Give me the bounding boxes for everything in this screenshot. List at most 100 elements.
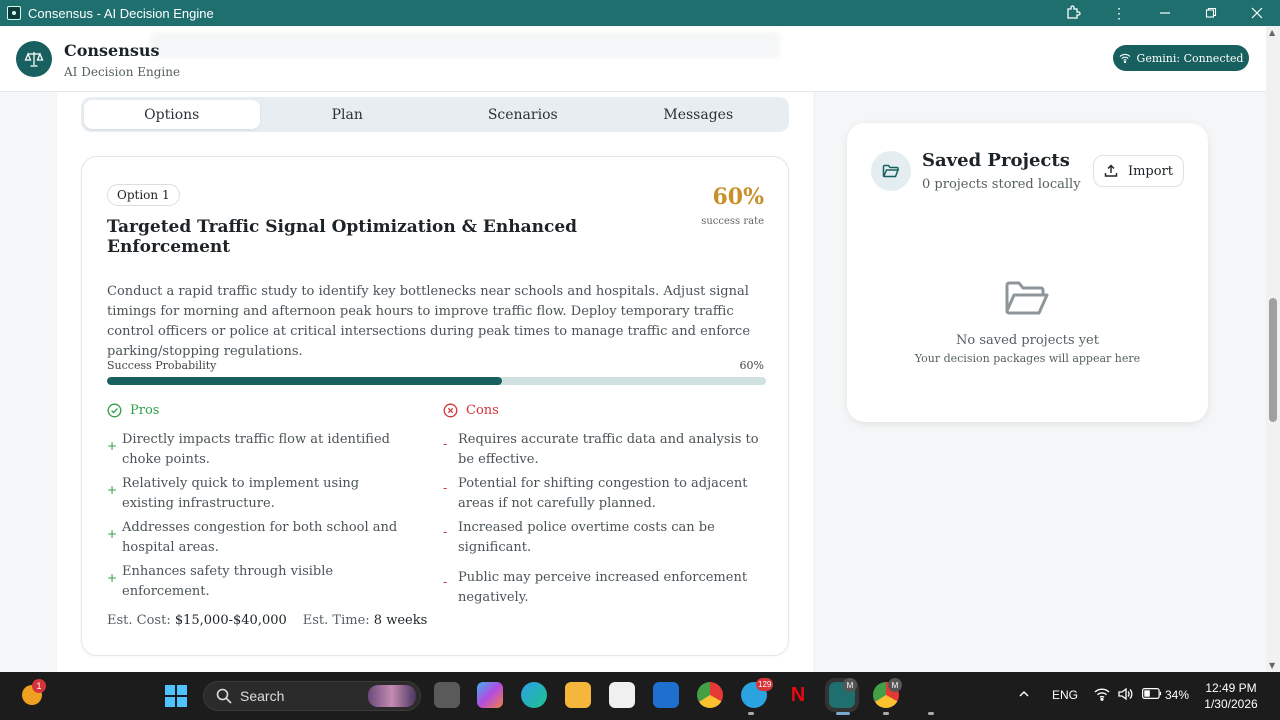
empty-folder-icon (1004, 277, 1050, 321)
import-button[interactable]: Import (1093, 155, 1184, 187)
file-explorer-icon[interactable] (565, 682, 591, 708)
pros-list: + Directly impacts traffic flow at identi… (107, 430, 407, 606)
tab-scenarios[interactable]: Scenarios (435, 100, 611, 129)
pros-heading: Pros (107, 403, 159, 418)
system-clock[interactable]: 12:49 PM 1/30/2026 (1196, 680, 1266, 712)
battery-percentage: 34% (1165, 688, 1190, 702)
more-options-icon[interactable]: ⋮ (1096, 0, 1142, 26)
list-item: - Requires accurate traffic data and anal… (443, 432, 759, 467)
outlook-icon[interactable] (653, 682, 679, 708)
microsoft-store-icon[interactable] (609, 682, 635, 708)
page-scrollbar[interactable]: ▲ ▼ (1266, 26, 1280, 672)
copilot-icon[interactable] (477, 682, 503, 708)
scrollbar-thumb[interactable] (1269, 298, 1277, 422)
option-card[interactable]: Option 1 Targeted Traffic Signal Optimiz… (81, 156, 789, 656)
success-probability-label: Success Probability (107, 359, 217, 372)
restore-button[interactable] (1188, 0, 1234, 26)
list-item: + Relatively quick to implement using exi… (107, 476, 360, 511)
app-icon (7, 6, 21, 20)
tab-options[interactable]: Options (84, 100, 260, 129)
success-probability-bar (107, 377, 766, 385)
start-button[interactable] (165, 685, 187, 707)
minus-icon: - (443, 437, 448, 451)
plus-icon: + (107, 483, 118, 497)
blurred-background-strip (150, 32, 780, 58)
option-estimates: Est. Cost: $15,000-$40,000 Est. Time: 8 … (107, 613, 427, 628)
minimize-button[interactable] (1142, 0, 1188, 26)
options-panel: Options Plan Scenarios Messages Option 1… (57, 92, 813, 672)
running-indicator (883, 712, 889, 715)
window-title: Consensus - AI Decision Engine (28, 5, 214, 21)
search-highlight-image (368, 685, 416, 707)
saved-projects-count: 0 projects stored locally (922, 177, 1081, 192)
list-item: - Potential for shifting congestion to ad… (443, 476, 748, 511)
wifi-icon (1119, 53, 1130, 63)
list-item: + Addresses congestion for both school an… (107, 520, 398, 555)
gemini-status-text: Gemini: Connected (1136, 51, 1244, 65)
language-indicator[interactable]: ENG (1052, 688, 1078, 702)
search-label: Search (240, 688, 285, 704)
list-item: + Directly impacts traffic flow at identi… (107, 432, 390, 467)
tab-bar: Options Plan Scenarios Messages (81, 97, 789, 132)
chevron-up-icon[interactable] (1018, 688, 1030, 703)
scroll-up-arrow-icon[interactable]: ▲ (1269, 28, 1275, 37)
plus-icon: + (107, 439, 118, 453)
success-rate-label: success rate (701, 216, 764, 227)
option-title: Targeted Traffic Signal Optimization & E… (107, 217, 578, 257)
x-circle-icon (443, 403, 458, 418)
cons-heading: Cons (443, 403, 499, 418)
minus-icon: - (443, 481, 448, 495)
import-button-label: Import (1127, 163, 1174, 179)
weather-badge: 1 (32, 679, 46, 693)
option-description: Conduct a rapid traffic study to identif… (107, 284, 751, 359)
minus-icon: - (443, 575, 448, 589)
plus-icon: + (107, 527, 118, 541)
gemini-status-badge[interactable]: Gemini: Connected (1113, 45, 1249, 71)
windows-taskbar: 1 Search 129 N M M ENG 34% 12:49 PM 1/30… (0, 672, 1280, 720)
list-item: - Public may perceive increased enforceme… (443, 570, 748, 605)
clock-date: 1/30/2026 (1204, 697, 1258, 711)
taskbar-search[interactable]: Search (203, 681, 421, 711)
chrome-icon[interactable] (697, 682, 723, 708)
list-item: - Increased police overtime costs can be … (443, 520, 715, 555)
tab-messages[interactable]: Messages (611, 100, 787, 129)
task-view-icon[interactable] (434, 682, 460, 708)
success-probability-value: 60% (739, 359, 764, 372)
cons-heading-label: Cons (466, 403, 499, 418)
estimated-time: Est. Time: 8 weeks (302, 613, 428, 628)
volume-icon[interactable] (1117, 687, 1133, 704)
success-probability-fill (107, 377, 503, 385)
app-header: Consensus AI Decision Engine Gemini: Con… (0, 26, 1266, 92)
tab-plan[interactable]: Plan (260, 100, 436, 129)
netflix-icon[interactable]: N (785, 682, 811, 708)
wifi-icon[interactable] (1094, 687, 1110, 704)
scales-logo-icon (16, 41, 52, 77)
pros-heading-label: Pros (130, 403, 160, 418)
edge-browser-icon[interactable] (521, 682, 547, 708)
cons-list: - Requires accurate traffic data and anal… (443, 430, 763, 612)
window-titlebar: Consensus - AI Decision Engine ⋮ (0, 0, 1280, 26)
saved-projects-title: Saved Projects (922, 150, 1070, 171)
telegram-badge: 129 (756, 678, 774, 691)
brand-name: Consensus (64, 41, 160, 60)
scroll-down-arrow-icon[interactable]: ▼ (1269, 661, 1275, 670)
success-rate-value: 60% (712, 184, 764, 210)
close-button[interactable] (1234, 0, 1280, 26)
empty-state-subtitle: Your decision packages will appear here (914, 352, 1141, 365)
extensions-icon[interactable] (1050, 0, 1096, 26)
running-indicator (748, 712, 754, 715)
folder-icon (871, 151, 911, 191)
running-indicator (928, 712, 934, 715)
list-item: + Enhances safety through visible enforce… (107, 564, 334, 599)
active-indicator (836, 712, 850, 715)
estimated-cost: Est. Cost: $15,000-$40,000 (107, 613, 287, 628)
profile-badge-m: M (888, 678, 902, 692)
profile-badge-m: M (843, 678, 857, 692)
clock-time: 12:49 PM (1205, 681, 1257, 695)
upload-icon (1104, 164, 1118, 177)
battery-icon[interactable] (1142, 688, 1162, 702)
option-badge: Option 1 (107, 184, 180, 206)
plus-icon: + (107, 571, 118, 585)
brand-subtitle: AI Decision Engine (64, 65, 181, 79)
saved-projects-card: Saved Projects 0 projects stored locally… (847, 123, 1208, 422)
